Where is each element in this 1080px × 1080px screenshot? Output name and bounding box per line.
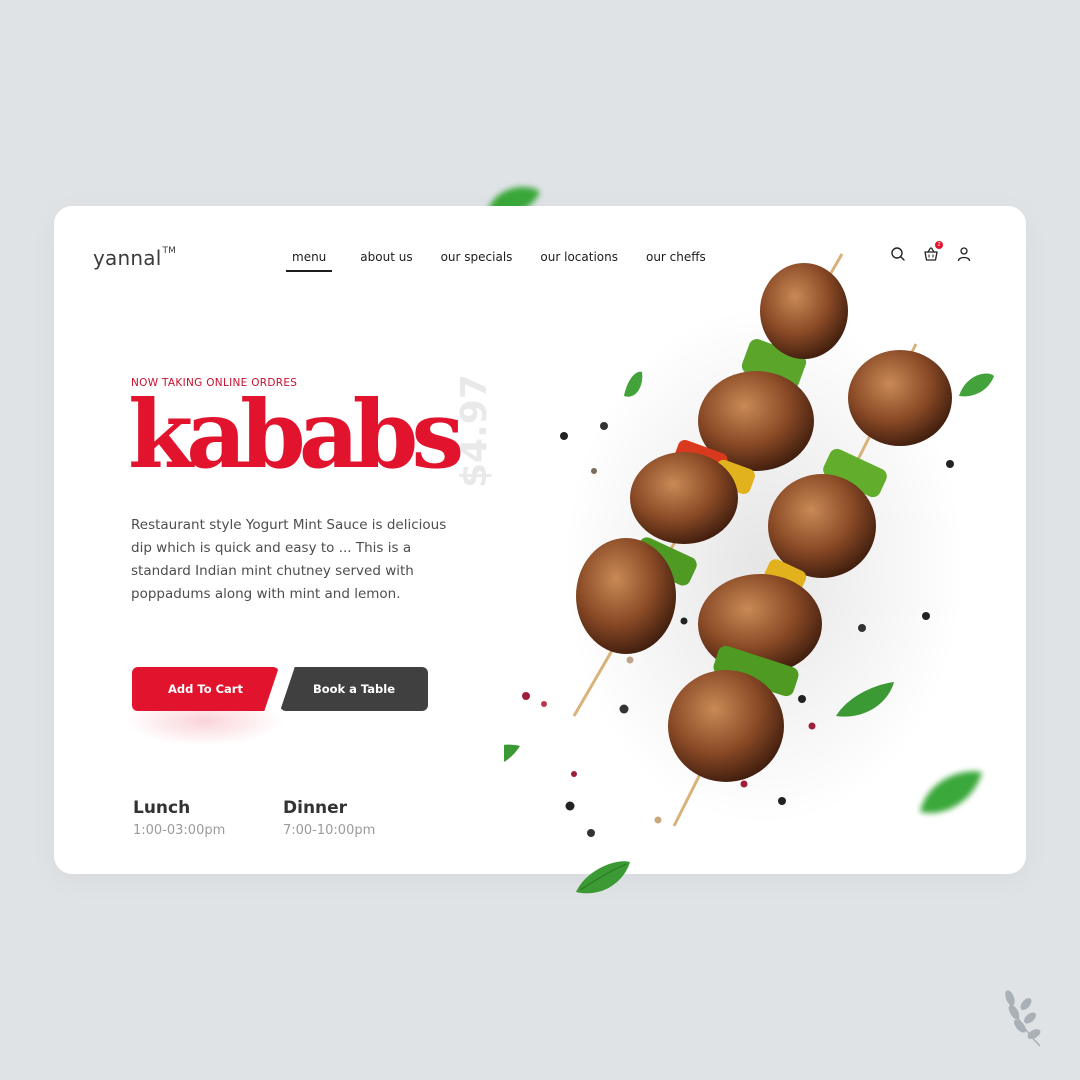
dinner-time: 7:00-10:00pm xyxy=(283,823,376,838)
dinner-label: Dinner xyxy=(283,798,348,818)
lunch-hours: Lunch 1:00-03:00pm xyxy=(133,798,225,838)
mint-leaf-icon xyxy=(920,771,982,813)
nav-item-about-us[interactable]: about us xyxy=(346,250,426,270)
laurel-icon xyxy=(1005,990,1041,1047)
dinner-hours: Dinner 7:00-10:00pm xyxy=(283,798,375,838)
lunch-time: 1:00-03:00pm xyxy=(133,823,226,838)
mint-leaf-icon xyxy=(576,861,630,894)
add-to-cart-button[interactable]: Add To Cart xyxy=(132,667,279,711)
brand-logo[interactable]: yannalTM xyxy=(93,246,176,270)
mint-leaf-icon xyxy=(959,373,994,397)
nav-item-menu[interactable]: menu xyxy=(286,250,333,272)
brand-name: yannal xyxy=(93,246,162,270)
mint-leaf-icon xyxy=(504,744,520,762)
book-table-button[interactable]: Book a Table xyxy=(280,667,428,711)
price-label: $4.97 xyxy=(454,374,495,488)
brand-trademark: TM xyxy=(162,246,177,257)
lunch-label: Lunch xyxy=(133,798,191,818)
product-description: Restaurant style Yogurt Mint Sauce is de… xyxy=(131,517,447,602)
page-title: kababs xyxy=(128,380,464,490)
hero-card: yannalTM menu about us our specials our … xyxy=(54,206,1026,874)
